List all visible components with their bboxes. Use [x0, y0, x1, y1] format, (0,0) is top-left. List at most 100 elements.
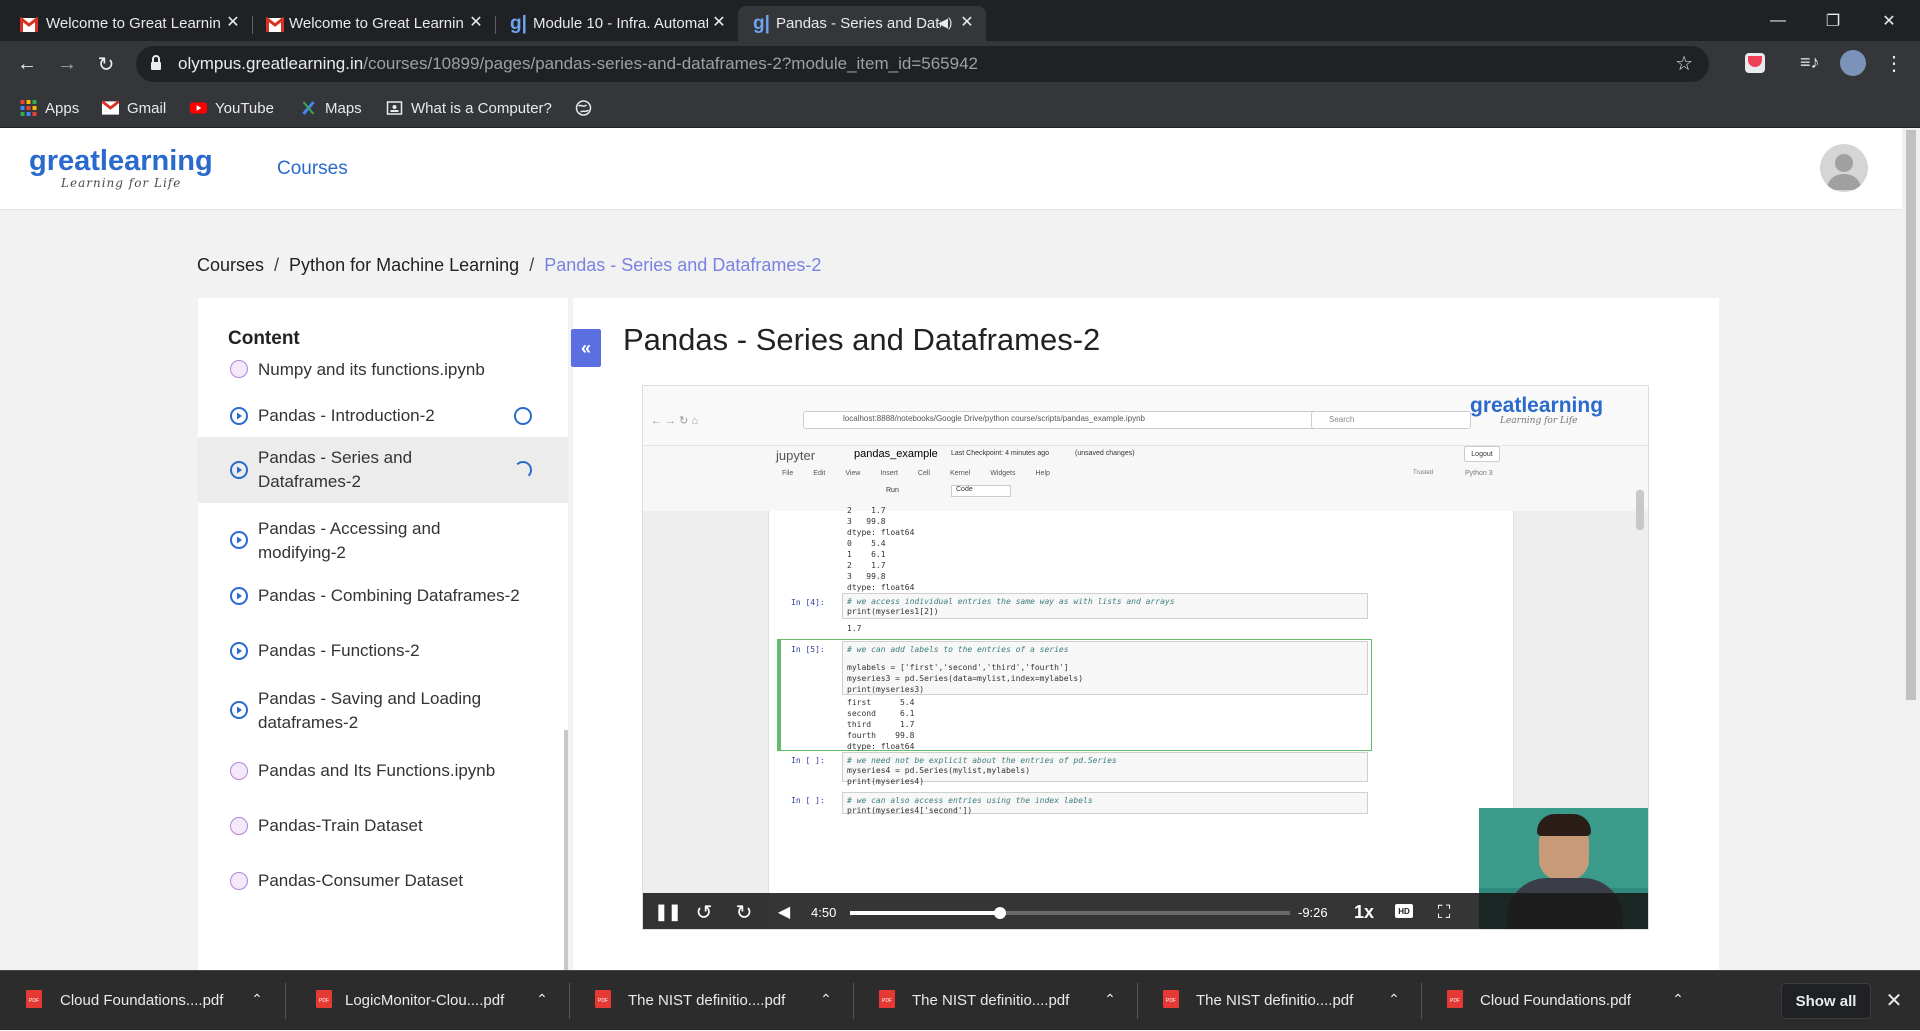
greatlearning-logo[interactable]: greatlearning Learning for Life	[29, 146, 213, 190]
content-item[interactable]: Pandas-Consumer Dataset	[198, 861, 568, 901]
video-notebook: 2 1.7 3 99.8 dtype: float64 0 5.4 1 6.1 …	[768, 506, 1514, 929]
address-bar[interactable]: olympus.greatlearning.in/courses/10899/p…	[136, 46, 1709, 82]
bookmark-what-is-a-computer[interactable]: What is a Computer?	[386, 97, 552, 119]
download-item[interactable]: PDF Cloud Foundations.pdf ⌃	[1420, 971, 1703, 1031]
video-cell-code: myseries4 = pd.Series(mylist,mylabels) p…	[847, 766, 1031, 786]
content-item-active[interactable]: Pandas - Series and Dataframes-2	[198, 437, 568, 503]
back-arrow-icon[interactable]: ←	[12, 49, 42, 79]
close-icon[interactable]: ✕	[224, 14, 242, 32]
play-circle-icon	[230, 461, 248, 479]
video-scrubber-knob[interactable]	[993, 907, 1006, 919]
video-code-comment: # we need not be explicit about the entr…	[847, 756, 1117, 765]
user-avatar[interactable]	[1820, 144, 1868, 192]
new-tab-button[interactable]	[994, 4, 1026, 36]
video-prompt: In [ ]:	[791, 756, 825, 765]
pause-icon[interactable]: ❚❚	[653, 897, 683, 927]
browser-tab[interactable]: Welcome to Great Learning Acad ✕	[0, 6, 252, 41]
forward-icon[interactable]: ↻	[729, 897, 759, 927]
progress-spinner-icon	[514, 461, 532, 479]
video-cell-code: mylabels = ['first','second','third','fo…	[847, 663, 1084, 694]
volume-icon[interactable]: ◀	[769, 897, 799, 927]
content-item-label: Pandas - Accessing and modifying-2	[258, 519, 441, 562]
file-icon	[230, 872, 248, 890]
download-item[interactable]: PDF Cloud Foundations....pdf ⌃	[0, 971, 283, 1031]
video-menu-item: Help	[1035, 470, 1050, 477]
site-header: greatlearning Learning for Life Courses	[0, 128, 1902, 210]
sidebar-scrollbar[interactable]	[564, 730, 568, 970]
minimize-icon[interactable]: —	[1755, 0, 1801, 41]
chevron-up-icon[interactable]: ⌃	[1668, 989, 1688, 1009]
video-notebook-margin	[643, 511, 768, 929]
playback-speed[interactable]: 1x	[1351, 899, 1377, 925]
play-circle-icon	[230, 531, 248, 549]
close-icon[interactable]: ✕	[467, 14, 485, 32]
play-circle-icon	[230, 701, 248, 719]
svg-text:PDF: PDF	[319, 998, 329, 1004]
nav-courses-link[interactable]: Courses	[277, 158, 348, 180]
chevron-up-icon[interactable]: ⌃	[816, 989, 836, 1009]
close-icon[interactable]: ✕	[710, 14, 728, 32]
reload-icon[interactable]: ↻	[91, 49, 121, 79]
bookmark-apps[interactable]: Apps	[20, 97, 79, 119]
content-item[interactable]: Pandas - Functions-2	[198, 631, 568, 671]
chevron-up-icon[interactable]: ⌃	[532, 989, 552, 1009]
pocket-extension-icon[interactable]	[1745, 53, 1765, 73]
forward-arrow-icon[interactable]: →	[52, 49, 82, 79]
chevron-up-icon[interactable]: ⌃	[1384, 989, 1404, 1009]
chevron-up-icon[interactable]: ⌃	[247, 989, 267, 1009]
content-item[interactable]: Pandas and Its Functions.ipynb	[198, 751, 568, 791]
profile-avatar[interactable]	[1840, 50, 1866, 76]
close-window-icon[interactable]: ✕	[1866, 0, 1912, 41]
bookmark-youtube[interactable]: YouTube	[190, 97, 274, 119]
show-all-downloads-button[interactable]: Show all	[1781, 983, 1871, 1019]
download-item[interactable]: PDF The NIST definitio....pdf ⌃	[568, 971, 851, 1031]
globe-icon	[575, 100, 592, 116]
chevron-up-icon[interactable]: ⌃	[1100, 989, 1120, 1009]
download-name: The NIST definitio....pdf	[912, 992, 1070, 1009]
video-output-top: 2 1.7 3 99.8 dtype: float64 0 5.4 1 6.1 …	[847, 506, 915, 592]
video-progress-bar[interactable]	[850, 907, 1290, 919]
download-item[interactable]: PDF LogicMonitor-Clou....pdf ⌃	[284, 971, 567, 1031]
video-cell-output: first 5.4 second 6.1 third 1.7 fourth 99…	[847, 698, 915, 751]
speaker-icon[interactable]: ◀)	[938, 15, 952, 31]
hd-quality-icon[interactable]: HD	[1395, 904, 1413, 918]
video-cell-code: print(myseries1[2])	[847, 607, 939, 616]
page-scrollbar-thumb[interactable]	[1906, 130, 1916, 700]
content-item[interactable]: Numpy and its functions.ipynb	[198, 358, 568, 386]
youtube-icon	[190, 102, 207, 114]
browser-tab[interactable]: g| Module 10 - Infra. Automation, A ✕	[495, 6, 738, 41]
video-inner-browser-bar: ← → ↻ ⌂ localhost:8888/notebooks/Google …	[643, 386, 1648, 446]
bookmark-label: Apps	[45, 99, 80, 117]
browser-menu-icon[interactable]: ⋮	[1884, 51, 1904, 76]
close-downloads-icon[interactable]: ✕	[1882, 989, 1906, 1013]
content-item[interactable]: Pandas - Combining Dataframes-2	[198, 576, 568, 616]
bookmark-globe[interactable]	[575, 97, 600, 119]
user-silhouette-icon	[1826, 154, 1862, 190]
bookmark-maps[interactable]: Maps	[300, 97, 362, 119]
content-item[interactable]: Pandas-Train Dataset	[198, 806, 568, 846]
download-item[interactable]: PDF The NIST definitio....pdf ⌃	[1136, 971, 1419, 1031]
fullscreen-icon[interactable]: ⛶	[1431, 899, 1457, 925]
browser-tab-active[interactable]: g| Pandas - Series and Datafran ◀) ✕	[738, 6, 986, 41]
content-item[interactable]: Pandas - Introduction-2	[198, 396, 568, 436]
download-item[interactable]: PDF The NIST definitio....pdf ⌃	[852, 971, 1135, 1031]
video-menu-item: Insert	[880, 470, 898, 477]
video-menu-item: Widgets	[990, 470, 1016, 477]
content-item[interactable]: Pandas - Saving and Loading dataframes-2	[198, 680, 568, 740]
pdf-file-icon: PDF	[595, 990, 611, 1008]
breadcrumb-course[interactable]: Python for Machine Learning	[289, 255, 519, 275]
media-queue-icon[interactable]: ≡♪	[1800, 52, 1820, 73]
bookmark-gmail[interactable]: Gmail	[102, 97, 166, 119]
gmail-icon	[102, 100, 119, 115]
video-prompt: In [ ]:	[791, 796, 825, 805]
close-icon[interactable]: ✕	[958, 14, 976, 32]
page-scrollbar[interactable]	[1902, 128, 1920, 970]
rewind-icon[interactable]: ↺	[689, 897, 719, 927]
video-player[interactable]: ← → ↻ ⌂ localhost:8888/notebooks/Google …	[642, 385, 1649, 930]
browser-tab[interactable]: Welcome to Great Learning Acad ✕	[252, 6, 495, 41]
restore-icon[interactable]: ❐	[1810, 0, 1856, 41]
star-bookmark-icon[interactable]: ☆	[1675, 51, 1693, 76]
content-item[interactable]: Pandas - Accessing and modifying-2	[198, 510, 568, 570]
collapse-sidebar-button[interactable]: «	[571, 329, 601, 367]
breadcrumb-courses[interactable]: Courses	[197, 255, 264, 275]
